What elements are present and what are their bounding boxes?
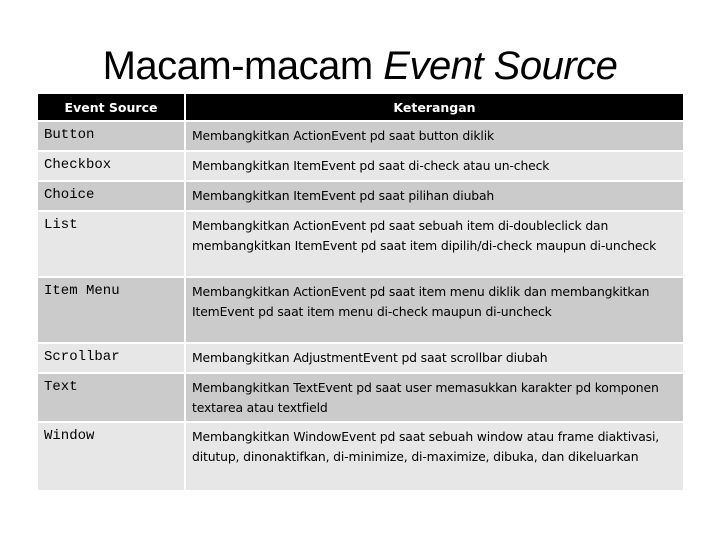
table-row: Choice Membangkitkan ItemEvent pd saat p… (38, 182, 683, 210)
event-source-table: Event Source Keterangan Button Membangki… (36, 92, 685, 492)
table-row: Item Menu Membangkitkan ActionEvent pd s… (38, 278, 683, 342)
description-cell: Membangkitkan TextEvent pd saat user mem… (186, 374, 683, 421)
column-header-event-source: Event Source (38, 94, 184, 120)
slide-title-italic: Event Source (383, 44, 618, 88)
description-cell: Membangkitkan ActionEvent pd saat button… (186, 122, 683, 150)
slide: Macam-macam Event Source Event Source Ke… (0, 0, 720, 540)
event-source-cell: Text (38, 374, 184, 421)
event-source-cell: Window (38, 423, 184, 490)
event-source-cell: Scrollbar (38, 344, 184, 372)
table-row: Text Membangkitkan TextEvent pd saat use… (38, 374, 683, 421)
slide-title: Macam-macam Event Source (0, 38, 720, 94)
table-row: Window Membangkitkan WindowEvent pd saat… (38, 423, 683, 490)
event-source-cell: List (38, 212, 184, 276)
description-cell: Membangkitkan ItemEvent pd saat di-check… (186, 152, 683, 180)
table-row: Checkbox Membangkitkan ItemEvent pd saat… (38, 152, 683, 180)
description-cell: Membangkitkan ActionEvent pd saat item m… (186, 278, 683, 342)
event-source-cell: Choice (38, 182, 184, 210)
table-row: List Membangkitkan ActionEvent pd saat s… (38, 212, 683, 276)
description-cell: Membangkitkan ActionEvent pd saat sebuah… (186, 212, 683, 276)
description-cell: Membangkitkan AdjustmentEvent pd saat sc… (186, 344, 683, 372)
event-source-cell: Button (38, 122, 184, 150)
column-header-keterangan: Keterangan (186, 94, 683, 120)
table-row: Scrollbar Membangkitkan AdjustmentEvent … (38, 344, 683, 372)
slide-title-plain: Macam-macam (102, 44, 384, 88)
table-row: Button Membangkitkan ActionEvent pd saat… (38, 122, 683, 150)
table-header-row: Event Source Keterangan (38, 94, 683, 120)
description-cell: Membangkitkan WindowEvent pd saat sebuah… (186, 423, 683, 490)
event-source-cell: Item Menu (38, 278, 184, 342)
event-source-cell: Checkbox (38, 152, 184, 180)
description-cell: Membangkitkan ItemEvent pd saat pilihan … (186, 182, 683, 210)
